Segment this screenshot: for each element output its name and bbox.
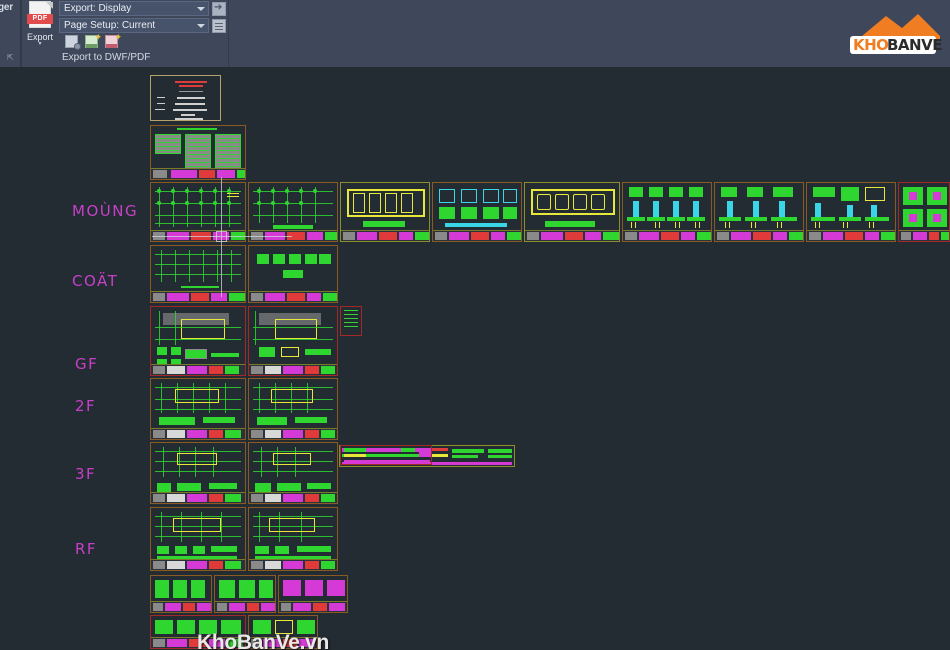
floor-label-rf: RF (75, 540, 98, 558)
footing-section-sheet-6[interactable] (622, 182, 712, 242)
floor-label-3f: 3F (75, 465, 97, 483)
chevron-down-icon[interactable] (197, 24, 205, 28)
pdf-badge-label: PDF (27, 14, 53, 24)
ribbon-left-strip: ger ⇱ (0, 0, 21, 67)
panel-divider-2 (228, 0, 229, 67)
beam-detail-sheet-3[interactable] (278, 575, 348, 613)
svg-text:KHO: KHO (853, 36, 888, 54)
floor-label-2f: 2F (75, 397, 97, 415)
panel-expand-arrow[interactable]: ⇱ (7, 53, 14, 62)
floor-label-mong: MOÙNG (72, 202, 139, 220)
2f-plan-sheet-1[interactable] (150, 378, 246, 440)
export-pdf-small-icon[interactable]: ✦ (105, 33, 122, 49)
export-scope-value: Export: Display (64, 3, 132, 14)
svg-text:BANVE: BANVE (887, 36, 942, 54)
floor-label-gf: GF (75, 355, 99, 373)
schedule-sheet[interactable] (150, 125, 246, 180)
gf-plan-sheet-2[interactable] (248, 306, 338, 376)
export-pdf-button[interactable]: PDF Export ▾ (24, 1, 56, 47)
drawing-canvas[interactable]: MOÙNG COÄT GF 2F 3F RF KhoBanVe.vn (0, 67, 950, 650)
3f-plan-sheet-1[interactable] (150, 442, 246, 504)
rf-plan-sheet-1[interactable] (150, 507, 246, 571)
footing-section-sheet-7[interactable] (714, 182, 804, 242)
foundation-detail-sheet-3[interactable] (340, 182, 430, 242)
left-panel-label: ger (0, 2, 13, 13)
select-objects-icon[interactable]: ➔ (212, 2, 226, 16)
column-detail-sheet-9[interactable] (898, 182, 950, 242)
panel-title: Export to DWF/PDF (62, 52, 151, 63)
sheet-title-strip (151, 168, 245, 179)
foundation-detail-sheet-4[interactable] (432, 182, 522, 242)
beam-detail-sheet-2[interactable] (214, 575, 276, 613)
chevron-down-icon[interactable] (197, 7, 205, 11)
khobanve-logo[interactable]: KHO BANVE (840, 6, 944, 58)
3f-plan-sheet-2[interactable] (248, 442, 338, 504)
chevron-down-icon[interactable]: ▾ (24, 41, 56, 47)
column-plan-sheet-1[interactable] (150, 245, 246, 303)
page-setup-value: Page Setup: Current (64, 20, 156, 31)
beam-detail-sheet-1[interactable] (150, 575, 212, 613)
pdf-export-icon: PDF (26, 1, 54, 31)
preview-icon[interactable] (65, 35, 81, 50)
gf-plan-sheet-1[interactable] (150, 306, 246, 376)
footing-section-sheet-8[interactable] (806, 182, 896, 242)
watermark-small: KhoBanVe.vn (197, 631, 330, 650)
floor-label-cot: COÄT (72, 272, 119, 290)
export-dwf-icon[interactable]: ✦ (85, 33, 102, 49)
drawing-title-block[interactable] (150, 75, 221, 121)
page-setup-dropdown[interactable]: Page Setup: Current (59, 18, 209, 33)
column-schedule-sheet-2[interactable] (248, 245, 338, 303)
foundation-plan-sheet-2[interactable] (248, 182, 338, 242)
page-setup-manager-icon[interactable] (212, 19, 226, 33)
ribbon-panel: ger ⇱ PDF Export ▾ Export: Display Page … (0, 0, 950, 67)
panel-divider-1 (21, 0, 22, 67)
foundation-plan-sheet-1[interactable] (150, 182, 246, 242)
foundation-detail-sheet-5[interactable] (524, 182, 620, 242)
rf-plan-sheet-2[interactable] (248, 507, 338, 571)
3f-titleblock-strip[interactable] (340, 445, 432, 465)
autocad-window: ger ⇱ PDF Export ▾ Export: Display Page … (0, 0, 950, 650)
2f-plan-sheet-2[interactable] (248, 378, 338, 440)
export-scope-dropdown[interactable]: Export: Display (59, 1, 209, 16)
